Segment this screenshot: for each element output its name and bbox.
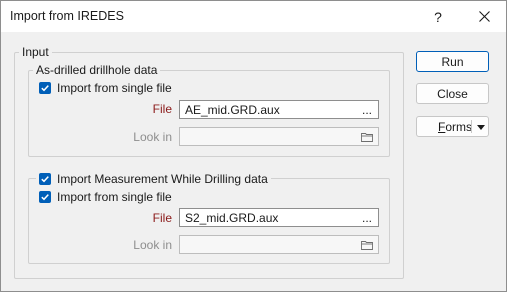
as-drilled-group-legend: As-drilled drillhole data [33, 63, 161, 77]
mwd-file-label: File [152, 211, 172, 225]
mwd-lookin-label: Look in [133, 238, 172, 252]
close-button[interactable]: Close [416, 83, 489, 104]
as-drilled-single-file-checkbox[interactable]: Import from single file [39, 81, 172, 95]
checkbox-checked-icon [39, 82, 51, 94]
run-button-label: Run [441, 54, 464, 69]
folder-icon[interactable] [356, 128, 378, 145]
title-bar: Import from IREDES ? [1, 1, 506, 32]
dialog-title: Import from IREDES [10, 9, 124, 23]
folder-icon[interactable] [356, 236, 378, 253]
as-drilled-file-value: AE_mid.GRD.aux [185, 103, 280, 117]
close-window-button[interactable] [461, 1, 507, 32]
mwd-single-file-checkbox[interactable]: Import from single file [39, 190, 172, 204]
chevron-down-icon[interactable] [475, 122, 487, 132]
checkbox-checked-icon [39, 173, 51, 185]
as-drilled-lookin-label: Look in [133, 130, 172, 144]
import-dialog: Import from IREDES ? Input As-drilled dr… [0, 0, 507, 292]
forms-label-rest: orms [445, 120, 473, 134]
mwd-lookin-field[interactable] [179, 235, 379, 254]
mwd-file-value: S2_mid.GRD.aux [185, 211, 279, 225]
as-drilled-file-field[interactable]: AE_mid.GRD.aux ... [179, 100, 379, 119]
as-drilled-file-label: File [152, 102, 172, 116]
help-button[interactable]: ? [415, 1, 461, 32]
mwd-file-browse-button[interactable]: ... [356, 209, 378, 226]
as-drilled-file-browse-button[interactable]: ... [356, 101, 378, 118]
checkbox-checked-icon [39, 191, 51, 203]
close-icon [478, 11, 490, 22]
mwd-import-label: Import Measurement While Drilling data [57, 172, 268, 186]
mwd-import-checkbox[interactable]: Import Measurement While Drilling data [36, 172, 271, 186]
input-group-legend: Input [19, 45, 52, 59]
forms-button-label: Forms [438, 120, 472, 134]
forms-split-button[interactable]: Forms [416, 116, 489, 137]
split-divider [471, 120, 472, 133]
close-button-label: Close [437, 86, 468, 101]
as-drilled-single-file-label: Import from single file [57, 81, 172, 95]
mwd-single-file-label: Import from single file [57, 190, 172, 204]
help-label: ? [434, 8, 442, 25]
mwd-file-field[interactable]: S2_mid.GRD.aux ... [179, 208, 379, 227]
as-drilled-lookin-field[interactable] [179, 127, 379, 146]
run-button[interactable]: Run [416, 51, 489, 72]
